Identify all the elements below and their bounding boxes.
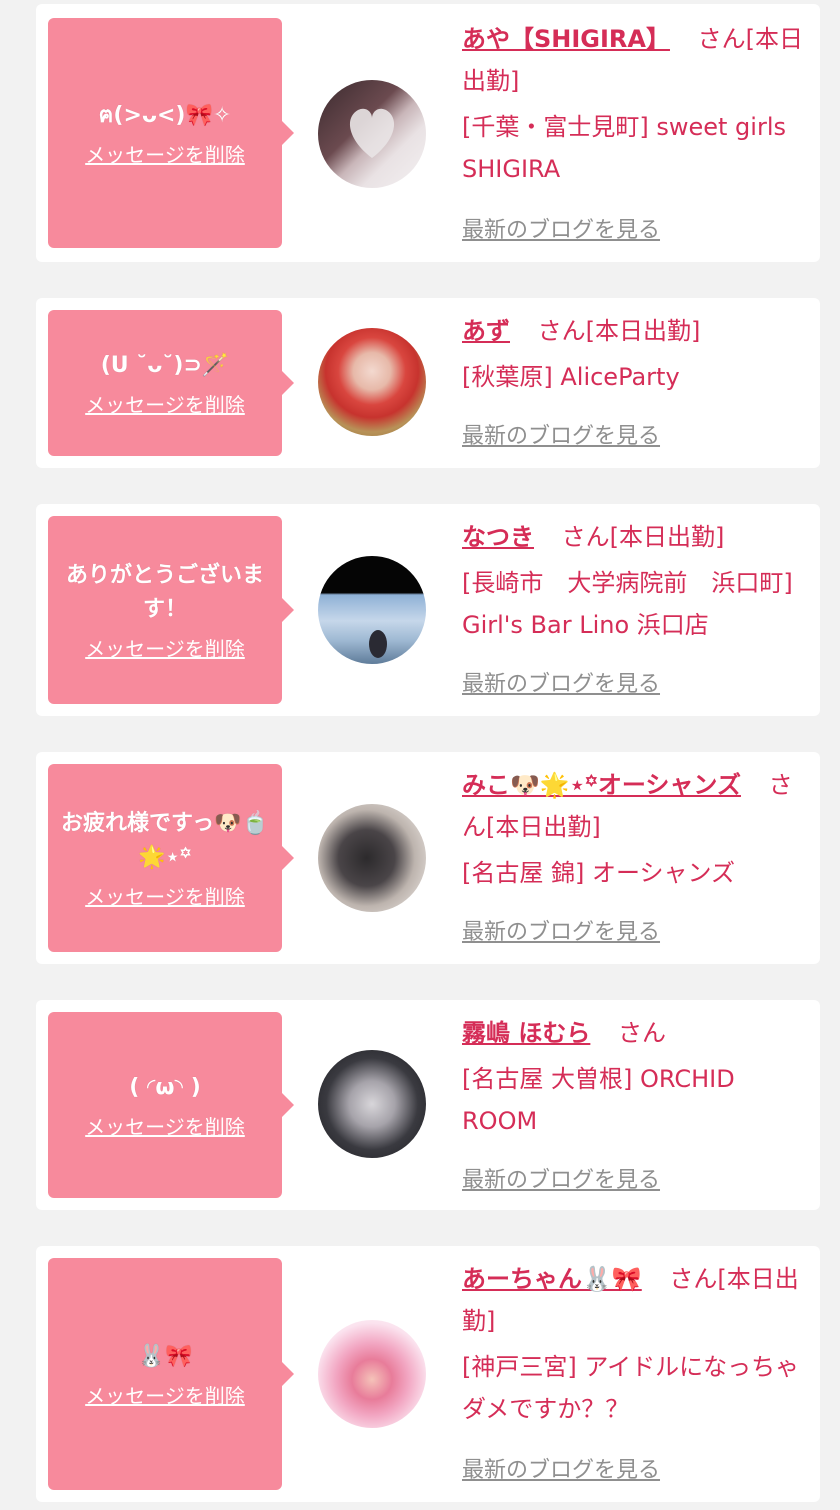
- delete-message-link[interactable]: メッセージを削除: [85, 1111, 245, 1140]
- attendance-status: [本日出勤]: [585, 317, 701, 345]
- message-bubble: (U ˘ᴗ˘)⊃🪄 メッセージを削除: [48, 310, 294, 456]
- honorific: さん: [537, 317, 586, 345]
- avatar[interactable]: [318, 804, 426, 912]
- delete-message-link[interactable]: メッセージを削除: [85, 389, 245, 418]
- latest-blog-link[interactable]: 最新のブログを見る: [462, 212, 660, 244]
- message-text: 🐰🎀: [137, 1343, 193, 1369]
- latest-blog-link[interactable]: 最新のブログを見る: [462, 666, 660, 698]
- latest-blog-link[interactable]: 最新のブログを見る: [462, 1452, 660, 1484]
- honorific: さん: [618, 1019, 666, 1047]
- shop-name: [名古屋 錦] オーシャンズ: [462, 859, 736, 887]
- message-card: 🐰🎀 メッセージを削除 あーちゃん🐰🎀 さん[本日出勤] [神戸三宮] アイドル…: [36, 1246, 820, 1502]
- message-bubble: お疲れ様ですっ🐶🍵🌟⋆꙳ メッセージを削除: [48, 764, 294, 952]
- avatar[interactable]: [318, 1320, 426, 1428]
- shop-name: [千葉・富士見町] sweet girls SHIGIRA: [462, 113, 786, 183]
- attendance-status: [本日出勤]: [486, 813, 601, 841]
- shop-name: [名古屋 大曽根] ORCHID ROOM: [462, 1065, 735, 1135]
- honorific: さん: [697, 25, 746, 53]
- message-card: ありがとうございます！ メッセージを削除 なつき さん[本日出勤] [長崎市 大…: [36, 504, 820, 716]
- honorific: さん: [669, 1265, 718, 1293]
- avatar[interactable]: [318, 80, 426, 188]
- message-text: ( ◜ω◝ ): [129, 1074, 201, 1100]
- delete-message-link[interactable]: メッセージを削除: [85, 881, 245, 910]
- message-bubble: ฅ(>ᴗ<)🎀✧ メッセージを削除: [48, 18, 294, 248]
- message-card: ( ◜ω◝ ) メッセージを削除 霧嶋 ほむら さん [名古屋 大曽根] ORC…: [36, 1000, 820, 1210]
- profile-name-link[interactable]: あーちゃん🐰🎀: [462, 1265, 642, 1293]
- attendance-status: [本日出勤]: [609, 523, 725, 551]
- profile-name-link[interactable]: あず: [462, 317, 510, 345]
- profile-name-link[interactable]: なつき: [462, 523, 534, 551]
- profile-info: あーちゃん🐰🎀 さん[本日出勤] [神戸三宮] アイドルになっちゃダメですか？？…: [462, 1258, 816, 1483]
- profile-info: 霧嶋 ほむら さん [名古屋 大曽根] ORCHID ROOM 最新のブログを見…: [462, 1012, 816, 1193]
- message-text: お疲れ様ですっ🐶🍵🌟⋆꙳: [61, 810, 269, 870]
- message-card: ฅ(>ᴗ<)🎀✧ メッセージを削除 あや【SHIGIRA】 さん[本日出勤] […: [36, 4, 820, 262]
- delete-message-link[interactable]: メッセージを削除: [85, 1380, 245, 1409]
- message-bubble: ( ◜ω◝ ) メッセージを削除: [48, 1012, 294, 1198]
- message-bubble: 🐰🎀 メッセージを削除: [48, 1258, 294, 1490]
- avatar[interactable]: [318, 1050, 426, 1158]
- message-card: お疲れ様ですっ🐶🍵🌟⋆꙳ メッセージを削除 みこ🐶🌟⋆꙳オーシャンズ さん[本日…: [36, 752, 820, 964]
- profile-name-link[interactable]: 霧嶋 ほむら: [462, 1019, 590, 1047]
- message-bubble: ありがとうございます！ メッセージを削除: [48, 516, 294, 704]
- avatar[interactable]: [318, 556, 426, 664]
- profile-info: みこ🐶🌟⋆꙳オーシャンズ さん[本日出勤] [名古屋 錦] オーシャンズ 最新の…: [462, 764, 816, 945]
- delete-message-link[interactable]: メッセージを削除: [85, 139, 245, 168]
- latest-blog-link[interactable]: 最新のブログを見る: [462, 418, 660, 450]
- message-text: ฅ(>ᴗ<)🎀✧: [98, 102, 232, 128]
- shop-name: [神戸三宮] アイドルになっちゃダメですか？？: [462, 1353, 800, 1423]
- latest-blog-link[interactable]: 最新のブログを見る: [462, 914, 660, 946]
- message-text: ありがとうございます！: [65, 562, 264, 622]
- avatar[interactable]: [318, 328, 426, 436]
- shop-name: [長崎市 大学病院前 浜口町] Girl's Bar Lino 浜口店: [462, 569, 793, 639]
- latest-blog-link[interactable]: 最新のブログを見る: [462, 1162, 660, 1194]
- profile-info: なつき さん[本日出勤] [長崎市 大学病院前 浜口町] Girl's Bar …: [462, 516, 816, 697]
- profile-info: あず さん[本日出勤] [秋葉原] AliceParty 最新のブログを見る: [462, 310, 816, 449]
- profile-info: あや【SHIGIRA】 さん[本日出勤] [千葉・富士見町] sweet gir…: [462, 18, 816, 243]
- profile-name-link[interactable]: みこ🐶🌟⋆꙳オーシャンズ: [462, 771, 741, 799]
- message-text: (U ˘ᴗ˘)⊃🪄: [100, 352, 230, 378]
- delete-message-link[interactable]: メッセージを削除: [85, 633, 245, 662]
- message-card: (U ˘ᴗ˘)⊃🪄 メッセージを削除 あず さん[本日出勤] [秋葉原] Ali…: [36, 298, 820, 468]
- profile-name-link[interactable]: あや【SHIGIRA】: [462, 25, 670, 53]
- honorific: さん: [561, 523, 610, 551]
- shop-name: [秋葉原] AliceParty: [462, 363, 680, 391]
